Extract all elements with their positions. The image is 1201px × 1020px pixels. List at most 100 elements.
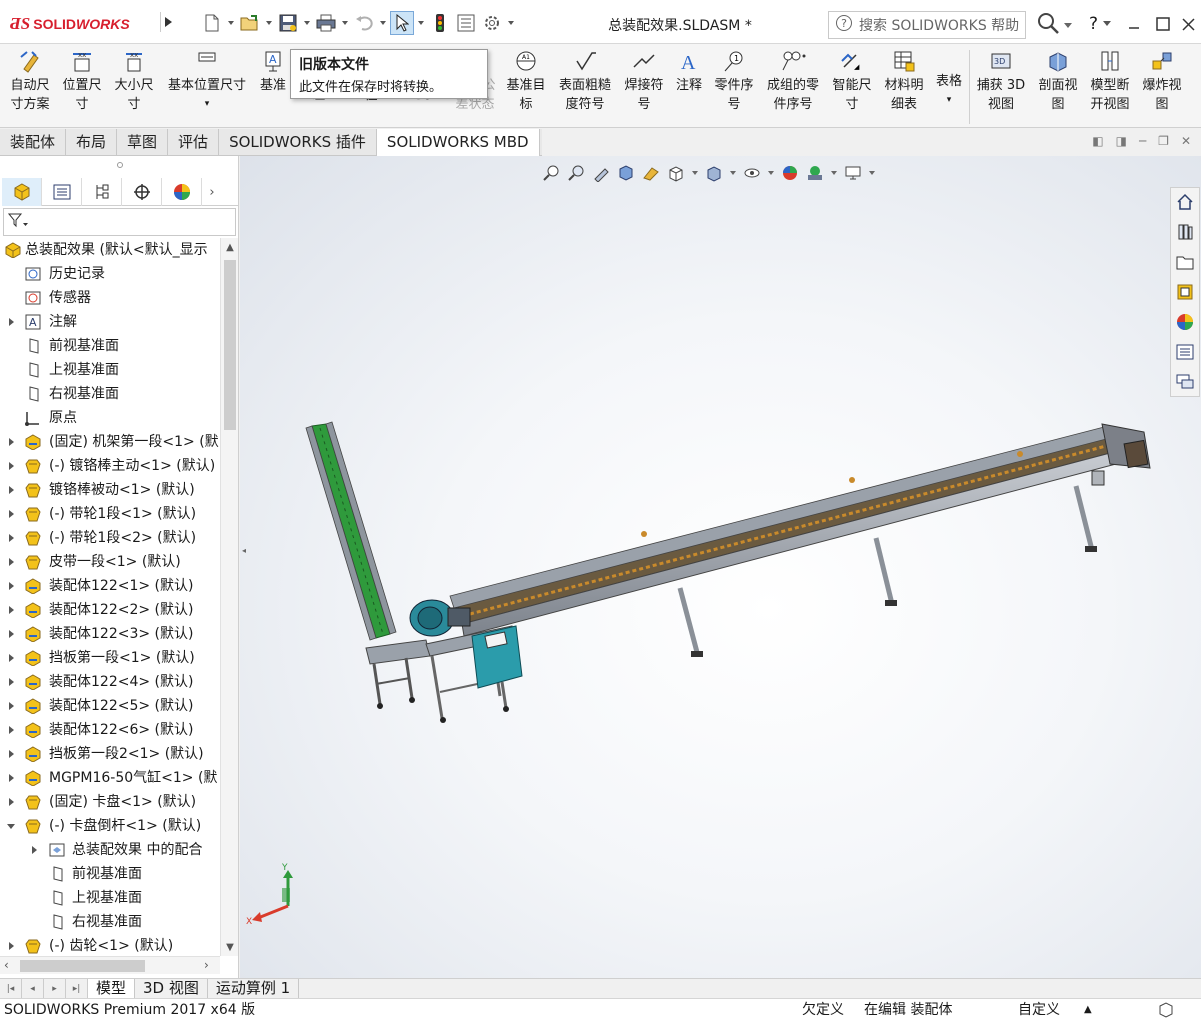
expand-arrow-icon[interactable] bbox=[6, 550, 18, 574]
help-button[interactable]: ? bbox=[1083, 10, 1117, 38]
tab-addins[interactable]: SOLIDWORKS 插件 bbox=[219, 129, 377, 156]
scroll-down-icon[interactable]: ▼ bbox=[221, 938, 239, 956]
file-explorer-icon[interactable] bbox=[1173, 250, 1197, 274]
datum-target-button[interactable]: A1 基准目标 bbox=[502, 48, 550, 114]
featuremanager-tab-icon[interactable] bbox=[2, 178, 42, 206]
tree-node[interactable]: 历史记录 bbox=[0, 262, 220, 286]
expand-arrow-icon[interactable] bbox=[6, 934, 18, 956]
smart-dim-button[interactable]: ◢ 智能尺寸 bbox=[828, 48, 876, 114]
pane-collapse-handle[interactable]: ◂ bbox=[239, 540, 249, 560]
tab-3d-views[interactable]: 3D 视图 bbox=[135, 979, 208, 998]
tree-node[interactable]: (-) 卡盘倒杆<1> (默认) bbox=[0, 814, 220, 838]
tree-node[interactable]: A 注解 bbox=[0, 310, 220, 334]
tree-node[interactable]: 传感器 bbox=[0, 286, 220, 310]
tree-node[interactable]: 原点 bbox=[0, 406, 220, 430]
units-dropdown-icon[interactable]: ▲ bbox=[1084, 999, 1092, 1020]
propertymanager-tab-icon[interactable] bbox=[42, 178, 82, 206]
expand-arrow-icon[interactable] bbox=[6, 430, 18, 454]
expand-arrow-icon[interactable] bbox=[6, 694, 18, 718]
dimxpertmanager-tab-icon[interactable] bbox=[122, 178, 162, 206]
tree-node[interactable]: 皮带一段<1> (默认) bbox=[0, 550, 220, 574]
save-dropdown[interactable] bbox=[302, 11, 312, 35]
bom-button[interactable]: 材料明 细表 bbox=[880, 48, 928, 114]
size-dim-button[interactable]: xx 大小尺寸 bbox=[110, 48, 158, 114]
open-folder-icon[interactable] bbox=[238, 11, 262, 35]
expand-arrow-icon[interactable] bbox=[6, 766, 18, 790]
tree-node[interactable]: (-) 带轮1段<2> (默认) bbox=[0, 526, 220, 550]
select-cursor-icon[interactable] bbox=[390, 11, 414, 35]
first-tab-icon[interactable]: |◂ bbox=[0, 979, 22, 999]
tree-node[interactable]: 总装配效果 (默认<默认_显示 bbox=[0, 238, 220, 262]
tree-filter-field[interactable] bbox=[3, 208, 236, 236]
tab-sketch[interactable]: 草图 bbox=[117, 129, 169, 156]
minimize-button[interactable] bbox=[1121, 10, 1147, 38]
status-units[interactable]: 自定义 bbox=[1018, 999, 1060, 1020]
expand-arrow-icon[interactable] bbox=[6, 478, 18, 502]
balloon-button[interactable]: 1 零件序号 bbox=[710, 48, 758, 114]
exploded-view-button[interactable]: 爆炸视图 bbox=[1136, 48, 1188, 114]
undo-icon[interactable] bbox=[352, 11, 376, 35]
search-button[interactable] bbox=[1030, 11, 1078, 39]
menu-expand-arrow[interactable] bbox=[160, 12, 174, 32]
select-dropdown[interactable] bbox=[416, 11, 426, 35]
doc-close-icon[interactable]: ✕ bbox=[1181, 134, 1191, 148]
last-tab-icon[interactable]: ▸| bbox=[66, 979, 88, 999]
manager-tabs-next-icon[interactable]: › bbox=[202, 178, 222, 206]
expand-arrow-icon[interactable] bbox=[6, 622, 18, 646]
displaymanager-tab-icon[interactable] bbox=[162, 178, 202, 206]
tree-vertical-scrollbar[interactable]: ▲ ▼ bbox=[220, 238, 238, 956]
tab-motion-study[interactable]: 运动算例 1 bbox=[208, 979, 300, 998]
conveyor-assembly-model[interactable] bbox=[240, 156, 1201, 978]
tree-node[interactable]: 上视基准面 bbox=[0, 358, 220, 382]
doc-restore-icon[interactable]: ❐ bbox=[1158, 134, 1169, 148]
tab-assembly[interactable]: 装配体 bbox=[0, 129, 67, 156]
scroll-thumb[interactable] bbox=[224, 260, 236, 430]
expand-arrow-icon[interactable] bbox=[6, 502, 18, 526]
file-properties-icon[interactable] bbox=[454, 11, 478, 35]
print-icon[interactable] bbox=[314, 11, 338, 35]
tree-node[interactable]: 右视基准面 bbox=[0, 382, 220, 406]
help-search-field[interactable]: ? 搜索 SOLIDWORKS 帮助 bbox=[828, 11, 1026, 39]
expand-arrow-icon[interactable] bbox=[6, 574, 18, 598]
weld-symbol-button[interactable]: 焊接符号 bbox=[620, 48, 668, 114]
expand-arrow-icon[interactable] bbox=[6, 310, 18, 334]
location-dim-button[interactable]: xx 位置尺寸 bbox=[58, 48, 106, 114]
rebuild-status-icon[interactable] bbox=[1158, 999, 1174, 1020]
new-dropdown[interactable] bbox=[226, 11, 236, 35]
tree-node[interactable]: 前视基准面 bbox=[0, 862, 220, 886]
expand-arrow-icon[interactable] bbox=[6, 742, 18, 766]
expand-arrow-icon[interactable] bbox=[6, 790, 18, 814]
graphics-area[interactable]: Y X bbox=[240, 156, 1201, 978]
basic-location-dim-button[interactable]: 基本位置尺寸 ▾ bbox=[162, 48, 252, 114]
next-tab-icon[interactable]: ▸ bbox=[44, 979, 66, 999]
tab-evaluate[interactable]: 评估 bbox=[168, 129, 220, 156]
collapse-arrow-icon[interactable] bbox=[6, 814, 18, 838]
expand-arrow-icon[interactable] bbox=[6, 646, 18, 670]
custom-properties-icon[interactable] bbox=[1173, 340, 1197, 364]
scroll-right-icon[interactable]: › bbox=[204, 958, 209, 972]
section-view-button[interactable]: 剖面视图 bbox=[1032, 48, 1084, 114]
tree-horizontal-scrollbar[interactable]: ‹ › bbox=[0, 956, 220, 974]
tree-node[interactable]: MGPM16-50气缸<1> (默 bbox=[0, 766, 220, 790]
pane-grip[interactable] bbox=[117, 162, 123, 168]
tree-node[interactable]: (-) 镀铬棒主动<1> (默认) bbox=[0, 454, 220, 478]
scroll-left-icon[interactable]: ‹ bbox=[4, 958, 9, 972]
tab-mbd[interactable]: SOLIDWORKS MBD bbox=[376, 129, 540, 156]
undo-dropdown[interactable] bbox=[378, 11, 388, 35]
tab-model[interactable]: 模型 bbox=[88, 979, 136, 998]
save-icon[interactable] bbox=[276, 11, 300, 35]
expand-arrow-icon[interactable] bbox=[6, 670, 18, 694]
print-dropdown[interactable] bbox=[340, 11, 350, 35]
close-button[interactable] bbox=[1177, 10, 1199, 38]
tree-node[interactable]: 挡板第一段<1> (默认) bbox=[0, 646, 220, 670]
tile-left-icon[interactable]: ◧ bbox=[1092, 134, 1103, 148]
open-dropdown[interactable] bbox=[264, 11, 274, 35]
auto-dim-scheme-button[interactable]: 自动尺 寸方案 bbox=[6, 48, 54, 114]
new-document-icon[interactable] bbox=[200, 11, 224, 35]
tree-node[interactable]: 装配体122<3> (默认) bbox=[0, 622, 220, 646]
options-dropdown[interactable] bbox=[506, 11, 516, 35]
tree-node[interactable]: (固定) 机架第一段<1> (默 bbox=[0, 430, 220, 454]
expand-arrow-icon[interactable] bbox=[6, 718, 18, 742]
tree-node[interactable]: 装配体122<6> (默认) bbox=[0, 718, 220, 742]
tree-node[interactable]: 装配体122<2> (默认) bbox=[0, 598, 220, 622]
